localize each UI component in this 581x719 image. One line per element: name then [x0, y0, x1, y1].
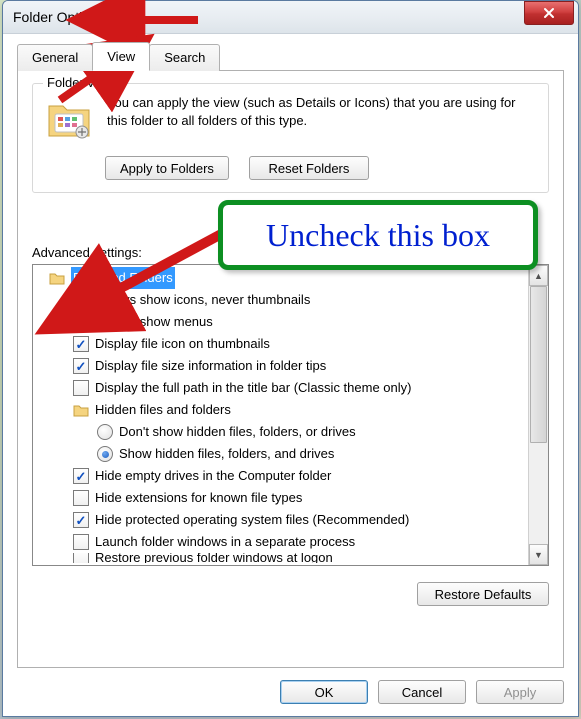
tree-item[interactable]: Always show menus [37, 311, 528, 333]
tree-item-label: Launch folder windows in a separate proc… [95, 531, 355, 553]
tree-item[interactable]: Display file icon on thumbnails [37, 333, 528, 355]
checkbox[interactable] [73, 468, 89, 484]
tree-item-label: Don't show hidden files, folders, or dri… [119, 421, 356, 443]
tree-item-label: Always show icons, never thumbnails [95, 289, 310, 311]
checkbox[interactable] [73, 314, 89, 330]
tree-item[interactable]: Hidden files and folders [37, 399, 528, 421]
radio[interactable] [97, 424, 113, 440]
tree-item-label: Display the full path in the title bar (… [95, 377, 411, 399]
tree-item-label: Display file icon on thumbnails [95, 333, 270, 355]
folder-views-description: You can apply the view (such as Details … [107, 94, 536, 142]
dialog-content: General View Search Folder views [3, 34, 578, 716]
folder-options-dialog: Folder Options General View Search Folde… [2, 0, 579, 717]
tree-item-label: Display file size information in folder … [95, 355, 326, 377]
folder-views-icon [45, 94, 93, 142]
tree-item-label: Hide empty drives in the Computer folder [95, 465, 331, 487]
tree-root[interactable]: Files and Folders [37, 267, 528, 289]
tree-item[interactable]: Restore previous folder windows at logon [37, 553, 528, 563]
apply-to-folders-button[interactable]: Apply to Folders [105, 156, 229, 180]
checkbox[interactable] [73, 292, 89, 308]
radio[interactable] [97, 446, 113, 462]
checkbox[interactable] [73, 490, 89, 506]
checkbox[interactable] [73, 358, 89, 374]
tab-general[interactable]: General [17, 44, 93, 71]
annotation-callout: Uncheck this box [218, 200, 538, 270]
scroll-down-button[interactable]: ▼ [529, 544, 548, 565]
scrollbar[interactable]: ▲ ▼ [528, 265, 548, 565]
tree-item[interactable]: Launch folder windows in a separate proc… [37, 531, 528, 553]
checkbox[interactable] [73, 512, 89, 528]
tree-item-label: Always show menus [95, 311, 213, 333]
scroll-thumb[interactable] [530, 286, 547, 443]
tree-item-label: Hidden files and folders [95, 399, 231, 421]
scroll-track[interactable] [529, 286, 548, 544]
restore-defaults-button[interactable]: Restore Defaults [417, 582, 549, 606]
tab-search[interactable]: Search [149, 44, 220, 71]
tree-item-label: Hide protected operating system files (R… [95, 509, 409, 531]
cancel-button[interactable]: Cancel [378, 680, 466, 704]
tab-view[interactable]: View [92, 42, 150, 71]
checkbox[interactable] [73, 553, 89, 563]
tab-strip: General View Search [17, 44, 564, 71]
tab-panel-view: Folder views You can apply the view (suc… [17, 70, 564, 668]
tree-body[interactable]: Files and FoldersAlways show icons, neve… [33, 265, 528, 565]
folder-views-group-title: Folder views [43, 75, 124, 90]
tree-item[interactable]: Hide extensions for known file types [37, 487, 528, 509]
advanced-settings-tree: Files and FoldersAlways show icons, neve… [32, 264, 549, 566]
tree-root-label: Files and Folders [71, 267, 175, 289]
apply-button[interactable]: Apply [476, 680, 564, 704]
folder-icon [73, 403, 89, 417]
titlebar[interactable]: Folder Options [3, 1, 578, 34]
tree-item-label: Restore previous folder windows at logon [95, 556, 333, 560]
dialog-button-row: OK Cancel Apply [17, 668, 564, 704]
annotation-callout-text: Uncheck this box [266, 217, 490, 254]
tree-item[interactable]: Hide protected operating system files (R… [37, 509, 528, 531]
tree-item-label: Hide extensions for known file types [95, 487, 302, 509]
folder-views-group: Folder views You can apply the view (suc… [32, 83, 549, 193]
tree-item[interactable]: Show hidden files, folders, and drives [37, 443, 528, 465]
ok-button[interactable]: OK [280, 680, 368, 704]
tree-item[interactable]: Display file size information in folder … [37, 355, 528, 377]
window-title: Folder Options [13, 9, 105, 25]
tree-item[interactable]: Don't show hidden files, folders, or dri… [37, 421, 528, 443]
checkbox[interactable] [73, 380, 89, 396]
checkbox[interactable] [73, 534, 89, 550]
tree-item[interactable]: Hide empty drives in the Computer folder [37, 465, 528, 487]
tree-item[interactable]: Display the full path in the title bar (… [37, 377, 528, 399]
close-button[interactable] [524, 1, 574, 25]
tree-item[interactable]: Always show icons, never thumbnails [37, 289, 528, 311]
reset-folders-button[interactable]: Reset Folders [249, 156, 369, 180]
close-icon [543, 7, 555, 19]
checkbox[interactable] [73, 336, 89, 352]
tree-item-label: Show hidden files, folders, and drives [119, 443, 334, 465]
folder-icon [49, 271, 65, 285]
